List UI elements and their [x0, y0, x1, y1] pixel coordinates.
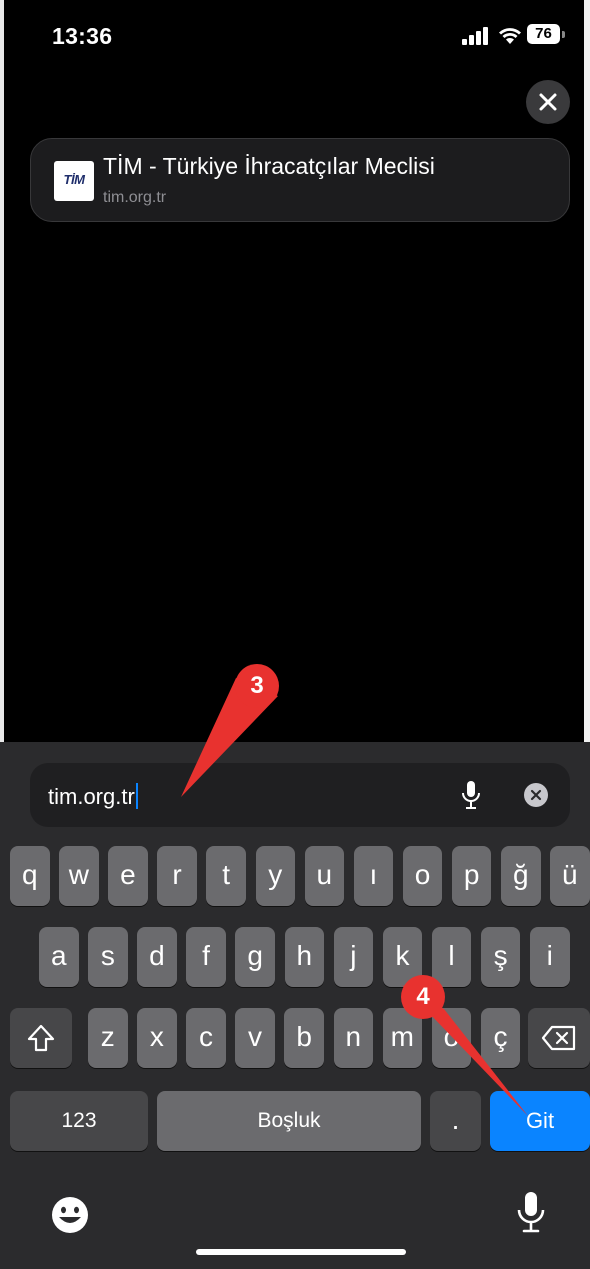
- key-2-5[interactable]: g: [235, 927, 275, 987]
- dictation-icon[interactable]: [516, 1190, 546, 1234]
- key-2-3[interactable]: d: [137, 927, 177, 987]
- key-3-5[interactable]: b: [284, 1008, 324, 1068]
- clear-text-button[interactable]: [524, 783, 548, 807]
- key-2-11[interactable]: i: [530, 927, 570, 987]
- key-1-3[interactable]: e: [108, 846, 148, 906]
- key-1-1[interactable]: q: [10, 846, 50, 906]
- key-1-10[interactable]: p: [451, 846, 492, 906]
- battery-level: 76: [527, 24, 560, 44]
- key-2-1[interactable]: a: [39, 927, 79, 987]
- cellular-signal-icon: [462, 27, 488, 45]
- key-3-2[interactable]: x: [137, 1008, 177, 1068]
- key-1-8[interactable]: ı: [353, 846, 394, 906]
- backspace-icon: [541, 1025, 576, 1051]
- key-3-3[interactable]: c: [186, 1008, 226, 1068]
- clear-icon: [530, 789, 542, 801]
- suggestion-url: tim.org.tr: [103, 189, 167, 206]
- backspace-key[interactable]: [528, 1008, 590, 1068]
- key-1-6[interactable]: y: [255, 846, 295, 906]
- address-value: tim.org.tr: [48, 784, 135, 809]
- shift-key[interactable]: [10, 1008, 72, 1068]
- emoji-icon[interactable]: [50, 1195, 90, 1235]
- numbers-key[interactable]: 123: [10, 1091, 148, 1151]
- space-key[interactable]: Boşluk: [157, 1091, 421, 1151]
- close-button[interactable]: [526, 80, 570, 124]
- search-suggestion[interactable]: TİM TİM - Türkiye İhracatçılar Meclisi t…: [30, 138, 570, 222]
- period-key[interactable]: .: [430, 1091, 481, 1151]
- annotation-label-4: 4: [416, 983, 430, 1010]
- key-1-4[interactable]: r: [157, 846, 197, 906]
- home-indicator: [196, 1249, 406, 1255]
- go-key[interactable]: Git: [490, 1091, 590, 1151]
- key-3-7[interactable]: m: [382, 1008, 423, 1068]
- site-favicon: TİM: [54, 161, 94, 201]
- battery-icon: 76: [527, 24, 567, 46]
- wifi-icon: [499, 28, 521, 44]
- status-time: 13:36: [52, 23, 113, 49]
- close-icon: [539, 93, 557, 111]
- status-bar: 13:36 76: [0, 0, 590, 70]
- key-2-9[interactable]: l: [431, 927, 472, 987]
- key-3-9[interactable]: ç: [480, 1008, 521, 1068]
- address-input[interactable]: tim.org.tr: [48, 783, 138, 810]
- key-1-7[interactable]: u: [304, 846, 345, 906]
- key-1-5[interactable]: t: [206, 846, 246, 906]
- key-2-2[interactable]: s: [88, 927, 128, 987]
- microphone-icon[interactable]: [460, 779, 482, 811]
- key-2-8[interactable]: k: [382, 927, 423, 987]
- suggestion-title: TİM - Türkiye İhracatçılar Meclisi: [103, 153, 435, 179]
- key-1-2[interactable]: w: [59, 846, 99, 906]
- key-2-10[interactable]: ş: [480, 927, 521, 987]
- key-2-6[interactable]: h: [284, 927, 324, 987]
- annotation-label-3: 3: [250, 672, 264, 699]
- key-1-12[interactable]: ü: [550, 846, 590, 906]
- screen: 13:36 76 TİM TİM - Türkiye İhracatçılar …: [0, 0, 590, 1269]
- key-3-1[interactable]: z: [88, 1008, 128, 1068]
- key-1-11[interactable]: ğ: [501, 846, 541, 906]
- key-3-4[interactable]: v: [235, 1008, 275, 1068]
- key-3-8[interactable]: ö: [431, 1008, 472, 1068]
- shift-icon: [27, 1024, 55, 1052]
- key-3-6[interactable]: n: [333, 1008, 373, 1068]
- text-caret: [135, 783, 138, 809]
- key-2-4[interactable]: f: [186, 927, 226, 987]
- favicon-text: TİM: [63, 172, 85, 187]
- key-2-7[interactable]: j: [333, 927, 374, 987]
- key-1-9[interactable]: o: [402, 846, 443, 906]
- address-bar[interactable]: tim.org.tr: [30, 763, 570, 827]
